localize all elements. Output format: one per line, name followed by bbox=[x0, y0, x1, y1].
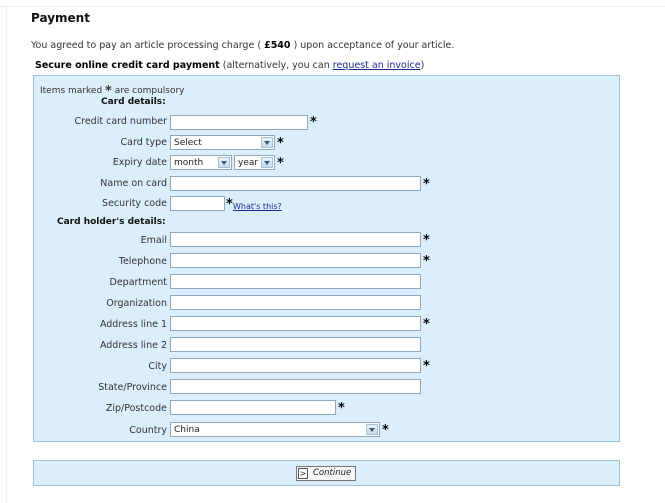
agreement-text: You agreed to pay an article processing … bbox=[31, 40, 454, 51]
label-expiry-date: Expiry date bbox=[112, 157, 167, 168]
telephone-field[interactable] bbox=[170, 253, 421, 268]
country-value: China bbox=[174, 425, 200, 435]
page-title: Payment bbox=[31, 11, 90, 25]
required-star-icon: * bbox=[226, 197, 233, 212]
label-country: Country bbox=[129, 425, 167, 436]
required-star-icon: * bbox=[423, 233, 430, 248]
arrow-right-icon: > bbox=[298, 468, 308, 479]
charge-amount: £540 bbox=[264, 40, 291, 51]
card-type-value: Select bbox=[174, 138, 202, 148]
request-invoice-link[interactable]: request an invoice bbox=[333, 60, 421, 71]
chevron-down-icon[interactable] bbox=[261, 157, 273, 168]
secure-heading: Secure online credit card payment bbox=[35, 60, 220, 71]
required-star-icon: * bbox=[277, 156, 284, 171]
expiry-month-select[interactable]: month bbox=[170, 155, 232, 170]
label-telephone: Telephone bbox=[118, 256, 167, 267]
section-card-details: Card details: bbox=[101, 97, 166, 107]
whats-this: What's this? bbox=[233, 202, 282, 211]
required-star-icon: * bbox=[277, 136, 284, 151]
whats-this-link[interactable]: What's this? bbox=[233, 202, 282, 211]
secure-payment-line: Secure online credit card payment (alter… bbox=[35, 60, 424, 71]
label-city: City bbox=[148, 361, 167, 372]
expiry-year-select[interactable]: year bbox=[234, 155, 275, 170]
label-zip-postcode: Zip/Postcode bbox=[105, 403, 167, 414]
zip-postcode-field[interactable] bbox=[170, 400, 336, 415]
secure-middle: (alternatively, you can bbox=[222, 60, 330, 71]
state-province-field[interactable] bbox=[170, 379, 421, 394]
department-field[interactable] bbox=[170, 274, 421, 289]
country-select[interactable]: China bbox=[170, 422, 380, 437]
email-field[interactable] bbox=[170, 232, 421, 247]
chevron-down-icon[interactable] bbox=[261, 137, 273, 148]
required-star-icon: * bbox=[423, 177, 430, 192]
card-number-input[interactable] bbox=[170, 115, 308, 130]
chevron-down-icon[interactable] bbox=[366, 424, 378, 435]
required-star-icon: * bbox=[423, 317, 430, 332]
agreement-suffix: ) upon acceptance of your article. bbox=[293, 40, 455, 51]
section-holder-details: Card holder's details: bbox=[57, 217, 166, 227]
secure-end: ) bbox=[420, 60, 425, 71]
label-department: Department bbox=[109, 277, 168, 288]
required-note-prefix: Items marked bbox=[40, 86, 103, 96]
top-border bbox=[0, 6, 665, 7]
expiry-month-value: month bbox=[174, 158, 204, 168]
agreement-prefix: You agreed to pay an article processing … bbox=[31, 40, 262, 51]
required-star-icon: * bbox=[338, 401, 345, 416]
expiry-year-value: year bbox=[238, 158, 259, 168]
left-border bbox=[6, 6, 7, 503]
label-name-on-card: Name on card bbox=[100, 178, 167, 189]
chevron-down-icon[interactable] bbox=[218, 157, 230, 168]
label-state-province: State/Province bbox=[98, 382, 167, 393]
security-code-input[interactable] bbox=[170, 196, 225, 211]
required-star-icon: * bbox=[423, 359, 430, 374]
label-card-number: Credit card number bbox=[74, 116, 168, 127]
required-star-icon: * bbox=[310, 115, 317, 130]
required-note-suffix: are compulsory bbox=[114, 86, 185, 96]
required-star-icon: * bbox=[382, 423, 389, 438]
required-star-icon: * bbox=[423, 254, 430, 269]
label-email: Email bbox=[140, 235, 167, 246]
card-type-select[interactable]: Select bbox=[170, 135, 275, 150]
label-address-line-2: Address line 2 bbox=[99, 340, 167, 351]
label-organization: Organization bbox=[106, 298, 167, 309]
continue-button[interactable]: > Continue bbox=[296, 466, 356, 481]
name-on-card-input[interactable] bbox=[170, 176, 421, 191]
label-address-line-1: Address line 1 bbox=[99, 319, 167, 330]
label-card-type: Card type bbox=[120, 137, 167, 148]
label-security-code: Security code bbox=[102, 198, 167, 209]
city-field[interactable] bbox=[170, 358, 421, 373]
address-line-1-field[interactable] bbox=[170, 316, 421, 331]
organization-field[interactable] bbox=[170, 295, 421, 310]
address-line-2-field[interactable] bbox=[170, 337, 421, 352]
continue-label: Continue bbox=[313, 468, 352, 478]
